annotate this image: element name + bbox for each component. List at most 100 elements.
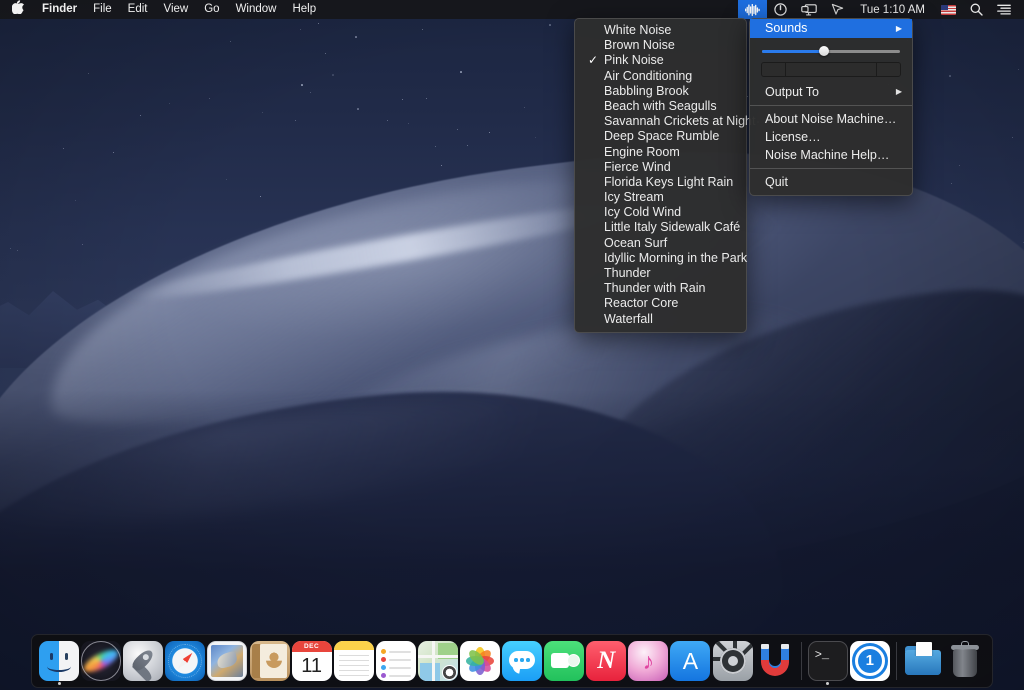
menu-item-about[interactable]: About Noise Machine…	[750, 110, 912, 128]
level-meter[interactable]	[761, 62, 901, 77]
level-meter-segment	[762, 63, 786, 76]
dock-item-launchpad[interactable]	[122, 636, 164, 686]
menu-finder[interactable]: Finder	[34, 0, 85, 19]
calendar-icon: DEC 11	[292, 641, 332, 681]
volume-slider[interactable]	[762, 46, 900, 56]
finder-icon	[39, 641, 79, 681]
volume-slider-row[interactable]	[750, 38, 912, 59]
sound-item-label: Thunder	[604, 266, 651, 280]
dock-item-terminal[interactable]: >_	[807, 636, 849, 686]
sound-item-label: Fierce Wind	[604, 160, 671, 174]
sound-item[interactable]: Waterfall	[575, 312, 746, 327]
apple-menu-icon[interactable]	[0, 0, 34, 19]
dock-item-facetime[interactable]	[543, 636, 585, 686]
notes-icon	[334, 641, 374, 681]
dock-item-photos[interactable]	[459, 636, 501, 686]
dock-item-system-preferences[interactable]	[712, 636, 754, 686]
dock-item-calendar[interactable]: DEC 11	[291, 636, 333, 686]
sound-item[interactable]: Air Conditioning	[575, 69, 746, 84]
menu-go[interactable]: Go	[196, 0, 227, 19]
noise-machine-icon[interactable]	[738, 0, 767, 19]
menu-help[interactable]: Help	[284, 0, 324, 19]
menu-item-sounds-label: Sounds	[765, 19, 807, 38]
screen-sharing-icon[interactable]	[794, 0, 824, 19]
dock-item-reminders[interactable]	[375, 636, 417, 686]
sound-item-label: Ocean Surf	[604, 236, 667, 250]
dock-item-itunes[interactable]: ♪	[627, 636, 669, 686]
sound-item[interactable]: Babbling Brook	[575, 84, 746, 99]
sound-item[interactable]: Brown Noise	[575, 38, 746, 53]
sound-item[interactable]: White Noise	[575, 23, 746, 38]
menu-bar: Finder File Edit View Go Window Help	[0, 0, 1024, 19]
level-meter-row	[750, 59, 912, 83]
dock-item-news[interactable]: N	[585, 636, 627, 686]
sound-item[interactable]: Thunder	[575, 266, 746, 281]
sound-item[interactable]: Fierce Wind	[575, 160, 746, 175]
sound-item[interactable]: Beach with Seagulls	[575, 99, 746, 114]
dock-item-siri[interactable]	[80, 636, 122, 686]
trash-icon	[945, 641, 985, 681]
sound-item[interactable]: Savannah Crickets at Night	[575, 114, 746, 129]
1password-icon: 1	[850, 641, 890, 681]
menu-item-help[interactable]: Noise Machine Help…	[750, 146, 912, 164]
menu-edit[interactable]: Edit	[120, 0, 156, 19]
sound-item[interactable]: Icy Stream	[575, 190, 746, 205]
dock: DEC 11	[31, 634, 993, 688]
volume-slider-knob[interactable]	[819, 46, 829, 56]
dock-item-app-store[interactable]: A	[669, 636, 711, 686]
menu-bar-status-items: Tue 1:10 AM	[738, 0, 1024, 19]
menu-item-output-to[interactable]: Output To ▶	[750, 83, 912, 101]
dock-separator	[801, 642, 802, 680]
menu-item-about-label: About Noise Machine…	[765, 110, 896, 128]
menu-item-quit[interactable]: Quit	[750, 173, 912, 191]
terminal-prompt-glyph: >_	[815, 649, 829, 661]
sound-item[interactable]: Little Italy Sidewalk Café	[575, 220, 746, 235]
news-glyph: N	[586, 641, 626, 681]
sound-item[interactable]: Icy Cold Wind	[575, 205, 746, 220]
dock-item-1password[interactable]: 1	[849, 636, 891, 686]
menu-separator	[750, 105, 912, 106]
contacts-icon	[250, 641, 290, 681]
dock-item-maps[interactable]	[417, 636, 459, 686]
sound-item[interactable]: Florida Keys Light Rain	[575, 175, 746, 190]
menu-item-license-label: License…	[765, 128, 821, 146]
dock-item-mail[interactable]	[206, 636, 248, 686]
notification-center-icon[interactable]	[990, 0, 1018, 19]
dock-item-messages[interactable]	[501, 636, 543, 686]
dock-item-finder[interactable]	[38, 636, 80, 686]
sounds-submenu[interactable]: White Noise Brown Noise ✓ Pink Noise Air…	[574, 18, 747, 333]
sound-item[interactable]: Deep Space Rumble	[575, 129, 746, 144]
pointer-icon[interactable]	[824, 0, 851, 19]
news-icon: N	[586, 641, 626, 681]
dock-item-contacts[interactable]	[248, 636, 290, 686]
menu-item-license[interactable]: License…	[750, 128, 912, 146]
system-preferences-icon	[713, 641, 753, 681]
sound-item-label: Thunder with Rain	[604, 281, 705, 295]
us-flag-icon[interactable]	[934, 0, 963, 19]
spotlight-search-icon[interactable]	[963, 0, 990, 19]
menu-bar-app-menus: Finder File Edit View Go Window Help	[0, 0, 324, 19]
sound-item[interactable]: Thunder with Rain	[575, 281, 746, 296]
sound-item-label: Brown Noise	[604, 38, 675, 52]
noise-machine-menu[interactable]: Sounds ▶ Output To ▶ About Noise Machine…	[749, 18, 913, 196]
menu-item-sounds[interactable]: Sounds ▶	[750, 19, 912, 38]
sound-item[interactable]: Ocean Surf	[575, 236, 746, 251]
menu-bar-clock[interactable]: Tue 1:10 AM	[851, 4, 934, 16]
menu-file[interactable]: File	[85, 0, 120, 19]
menu-view[interactable]: View	[156, 0, 197, 19]
sound-item[interactable]: Reactor Core	[575, 296, 746, 311]
dock-item-notes[interactable]	[333, 636, 375, 686]
dock-item-magnet[interactable]	[754, 636, 796, 686]
do-not-disturb-icon[interactable]	[767, 0, 794, 19]
sound-item-label: Florida Keys Light Rain	[604, 175, 733, 189]
sound-item[interactable]: Idyllic Morning in the Park	[575, 251, 746, 266]
sound-item[interactable]: Engine Room	[575, 145, 746, 160]
dock-item-downloads-folder[interactable]	[902, 636, 944, 686]
dock-item-trash[interactable]	[944, 636, 986, 686]
sound-item-label: Reactor Core	[604, 296, 678, 310]
itunes-glyph: ♪	[628, 641, 668, 681]
siri-icon	[81, 641, 121, 681]
dock-item-safari[interactable]	[164, 636, 206, 686]
sound-item-selected[interactable]: ✓ Pink Noise	[575, 53, 746, 68]
menu-window[interactable]: Window	[228, 0, 285, 19]
